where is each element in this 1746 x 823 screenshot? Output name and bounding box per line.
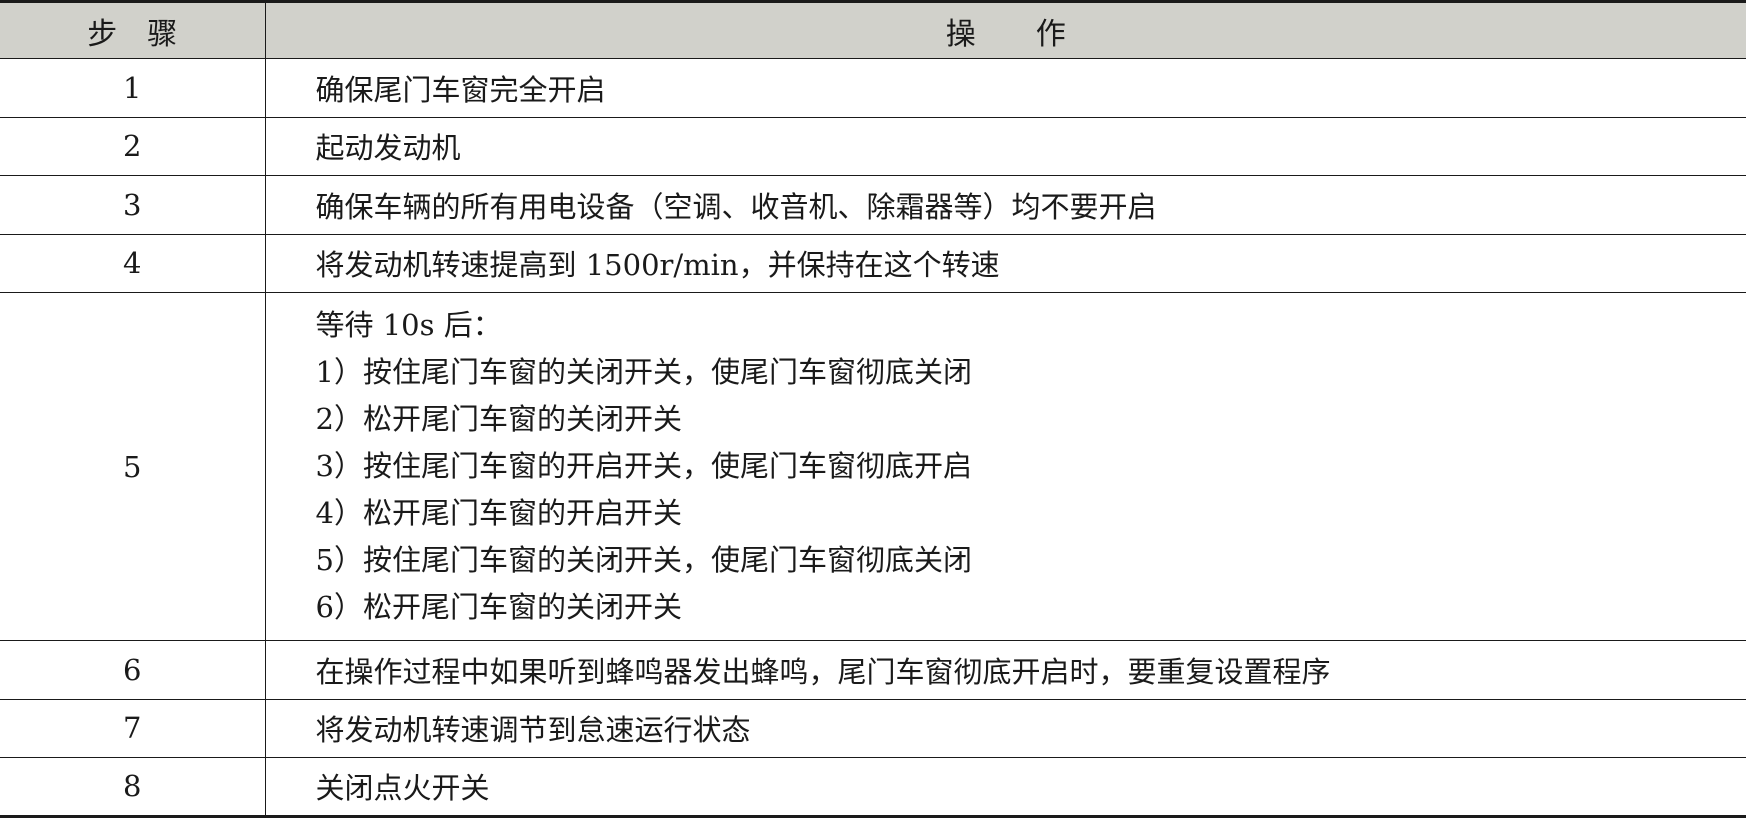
table-row: 3 确保车辆的所有用电设备（空调、收音机、除霜器等）均不要开启	[0, 175, 1746, 235]
table-row: 4 将发动机转速提高到 1500r/min，并保持在这个转速	[0, 234, 1746, 293]
operation-text: 起动发动机	[265, 117, 1746, 176]
step-number: 2	[0, 117, 266, 176]
operation-text: 将发动机转速调节到怠速运行状态	[265, 699, 1746, 758]
operation-line: 5）按住尾门车窗的关闭开关，使尾门车窗彻底关闭	[315, 543, 972, 577]
operation-multiline: 等待 10s 后： 1）按住尾门车窗的关闭开关，使尾门车窗彻底关闭 2）松开尾门…	[265, 292, 1746, 641]
step-number: 6	[0, 640, 266, 700]
operation-line: 6）松开尾门车窗的关闭开关	[315, 590, 682, 624]
operation-line: 等待 10s 后：	[315, 308, 502, 342]
step-number: 1	[0, 58, 266, 118]
procedure-table-container: 步 骤 操 作 1 确保尾门车窗完全开启 2 起动发动机 3 确保车辆的所有用电…	[0, 0, 1746, 823]
operation-text: 将发动机转速提高到 1500r/min，并保持在这个转速	[265, 234, 1746, 293]
step-number: 8	[0, 757, 266, 818]
table-row: 1 确保尾门车窗完全开启	[0, 58, 1746, 118]
step-number: 3	[0, 175, 266, 235]
header-operation-label: 操 作	[945, 16, 1066, 52]
header-step: 步 骤	[0, 0, 266, 59]
table-row: 8 关闭点火开关	[0, 757, 1746, 818]
operation-line: 3）按住尾门车窗的开启开关，使尾门车窗彻底开启	[315, 449, 972, 483]
step-number: 4	[0, 234, 266, 293]
operation-line: 4）松开尾门车窗的开启开关	[315, 496, 682, 530]
header-operation: 操 作	[265, 0, 1746, 59]
operation-line: 2）松开尾门车窗的关闭开关	[315, 402, 682, 436]
header-step-label: 步 骤	[87, 16, 178, 52]
step-number: 5	[0, 292, 266, 641]
table-row: 5 等待 10s 后： 1）按住尾门车窗的关闭开关，使尾门车窗彻底关闭 2）松开…	[0, 292, 1746, 641]
procedure-table: 步 骤 操 作 1 确保尾门车窗完全开启 2 起动发动机 3 确保车辆的所有用电…	[0, 0, 1746, 818]
table-header-row: 步 骤 操 作	[0, 0, 1746, 59]
operation-line: 1）按住尾门车窗的关闭开关，使尾门车窗彻底关闭	[315, 355, 972, 389]
operation-text: 确保尾门车窗完全开启	[265, 58, 1746, 118]
table-row: 6 在操作过程中如果听到蜂鸣器发出蜂鸣，尾门车窗彻底开启时，要重复设置程序	[0, 640, 1746, 700]
operation-text: 确保车辆的所有用电设备（空调、收音机、除霜器等）均不要开启	[265, 175, 1746, 235]
operation-text: 在操作过程中如果听到蜂鸣器发出蜂鸣，尾门车窗彻底开启时，要重复设置程序	[265, 640, 1746, 700]
table-row: 2 起动发动机	[0, 117, 1746, 176]
operation-text: 关闭点火开关	[265, 757, 1746, 818]
step-number: 7	[0, 699, 266, 758]
table-row: 7 将发动机转速调节到怠速运行状态	[0, 699, 1746, 758]
